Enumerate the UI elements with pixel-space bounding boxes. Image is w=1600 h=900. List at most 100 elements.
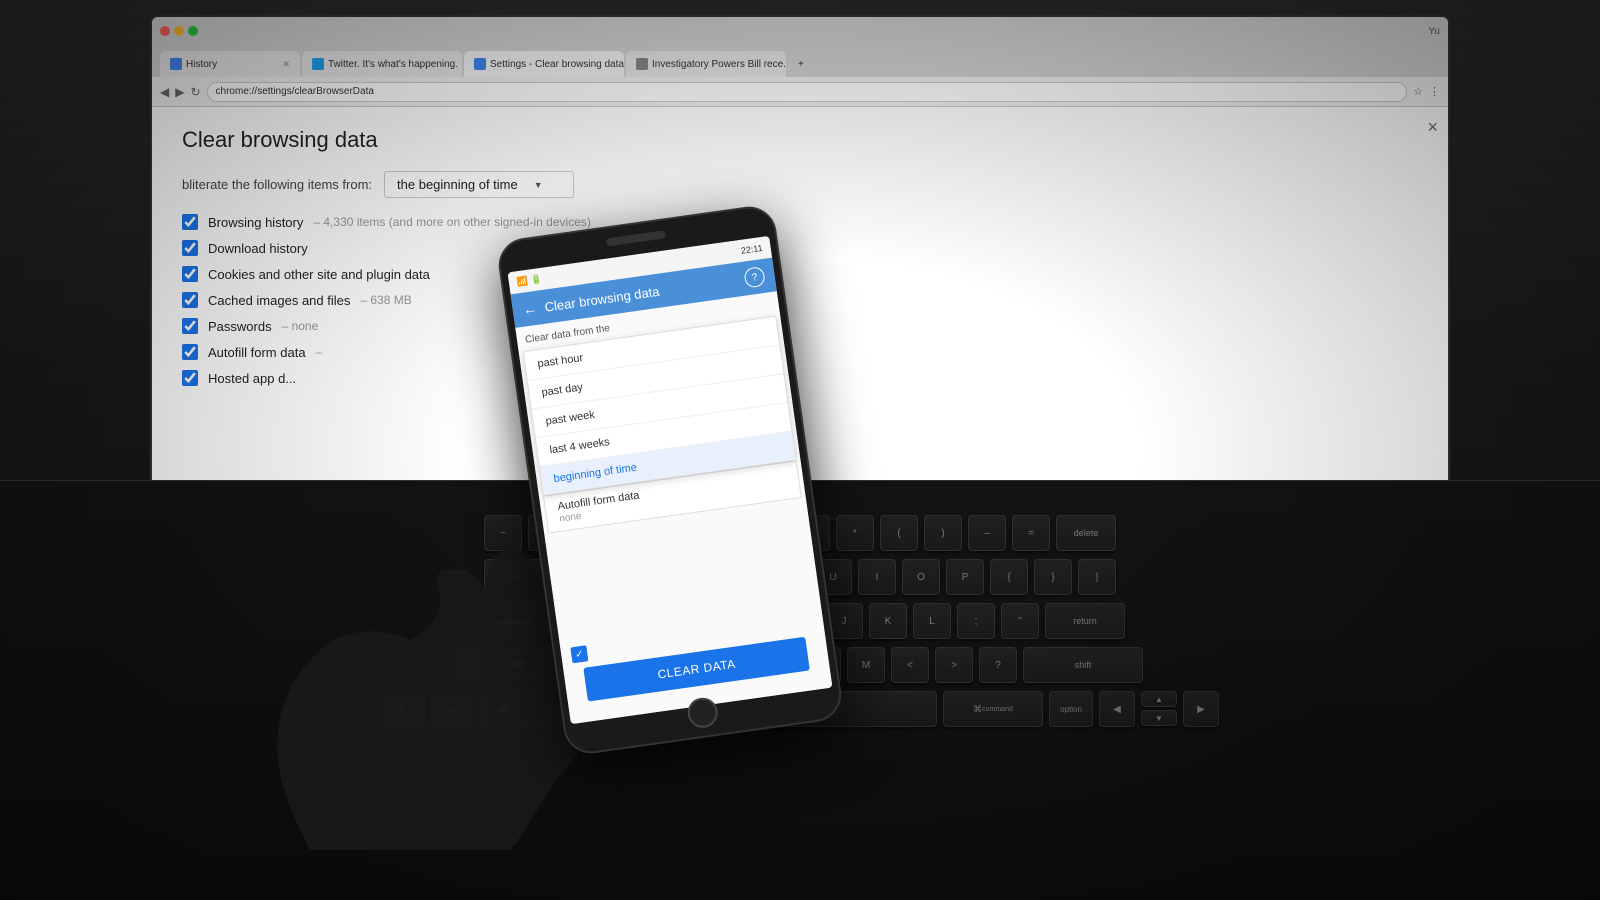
key-k[interactable]: K xyxy=(869,603,907,639)
tab-settings-label: Settings - Clear browsing data xyxy=(490,59,624,70)
phone-speaker xyxy=(606,230,667,246)
history-favicon xyxy=(170,58,182,70)
url-bar[interactable]: chrome://settings/clearBrowserData xyxy=(207,82,1408,102)
key-option-right[interactable]: option xyxy=(1049,691,1093,727)
key-m[interactable]: M xyxy=(847,647,885,683)
cookies-item: Cookies and other site and plugin data xyxy=(182,266,1418,282)
phone-statusbar-icons: 📶 🔋 xyxy=(516,273,542,287)
cached-images-label: Cached images and files xyxy=(208,293,350,308)
nav-bar: ◀ ▶ ↻ chrome://settings/clearBrowserData… xyxy=(152,77,1448,107)
phone-checkbox[interactable]: ✓ xyxy=(570,645,588,663)
phone-clear-button[interactable]: CLEAR DATA xyxy=(583,637,810,702)
key-shift-right[interactable]: shift xyxy=(1023,647,1143,683)
cached-images-item: Cached images and files – 638 MB xyxy=(182,292,1418,308)
key-9[interactable]: ( xyxy=(880,515,918,551)
tab-history-close[interactable]: ✕ xyxy=(282,59,290,70)
help-icon[interactable]: ? xyxy=(743,266,766,289)
passwords-label: Passwords xyxy=(208,319,272,334)
phone-back-button[interactable]: ← xyxy=(522,300,538,318)
key-i[interactable]: I xyxy=(858,559,896,595)
key-up-arrow[interactable]: ▲ xyxy=(1141,691,1177,707)
autofill-label: Autofill form data xyxy=(208,345,306,360)
cookies-label: Cookies and other site and plugin data xyxy=(208,267,430,282)
cached-images-detail: – 638 MB xyxy=(360,293,411,307)
passwords-checkbox[interactable] xyxy=(182,318,198,334)
forward-button[interactable]: ▶ xyxy=(175,85,184,99)
tab-investigatory[interactable]: Investigatory Powers Bill rece... ✕ xyxy=(626,51,786,77)
phone-time: 22:11 xyxy=(740,243,763,256)
minimize-traffic-light[interactable] xyxy=(174,26,184,36)
tab-bar: History ✕ Twitter. It's what's happening… xyxy=(152,45,1448,77)
tab-investigatory-label: Investigatory Powers Bill rece... xyxy=(652,59,786,70)
settings-favicon xyxy=(474,58,486,70)
hosted-app-item: Hosted app d... xyxy=(182,370,1418,386)
key-comma[interactable]: < xyxy=(891,647,929,683)
key-0[interactable]: ) xyxy=(924,515,962,551)
phone-checkbox-row: ✓ xyxy=(570,645,588,663)
url-text: chrome://settings/clearBrowserData xyxy=(216,86,374,97)
key-rbracket[interactable]: } xyxy=(1034,559,1072,595)
key-quote[interactable]: " xyxy=(1001,603,1039,639)
key-semicolon[interactable]: ; xyxy=(957,603,995,639)
key-l[interactable]: L xyxy=(913,603,951,639)
key-minus[interactable]: – xyxy=(968,515,1006,551)
tab-history-label: History xyxy=(186,59,217,70)
time-range-label: bliterate the following items from: xyxy=(182,177,372,192)
window-user: Yu xyxy=(1428,26,1440,37)
time-range-row: bliterate the following items from: the … xyxy=(182,171,1418,198)
key-command-right[interactable]: ⌘ command xyxy=(943,691,1043,727)
key-p[interactable]: P xyxy=(946,559,984,595)
passwords-item: Passwords – none xyxy=(182,318,1418,334)
back-button[interactable]: ◀ xyxy=(160,85,169,99)
cached-images-checkbox[interactable] xyxy=(182,292,198,308)
autofill-detail: – xyxy=(316,345,323,359)
key-slash[interactable]: ? xyxy=(979,647,1017,683)
key-8[interactable]: * xyxy=(836,515,874,551)
tab-settings[interactable]: Settings - Clear browsing data ✕ xyxy=(464,51,624,77)
new-tab-button[interactable]: + xyxy=(788,51,818,77)
autofill-checkbox[interactable] xyxy=(182,344,198,360)
star-icon[interactable]: ☆ xyxy=(1413,85,1423,98)
phone-content: Clear data from the past hour past day p… xyxy=(515,291,832,724)
browser-titlebar: Yu xyxy=(152,17,1448,45)
download-history-label: Download history xyxy=(208,241,308,256)
fullscreen-traffic-light[interactable] xyxy=(188,26,198,36)
menu-icon[interactable]: ⋮ xyxy=(1429,85,1440,98)
dialog-title: Clear browsing data xyxy=(182,127,1418,153)
key-period[interactable]: > xyxy=(935,647,973,683)
key-lbracket[interactable]: { xyxy=(990,559,1028,595)
investigatory-favicon xyxy=(636,58,648,70)
phone-autofill-label: Autofill form data xyxy=(557,489,640,512)
key-equals[interactable]: = xyxy=(1012,515,1050,551)
hosted-app-label: Hosted app d... xyxy=(208,371,296,386)
key-down-arrow[interactable]: ▼ xyxy=(1141,710,1177,726)
dialog-close-button[interactable]: × xyxy=(1427,117,1438,138)
laptop-scene: Yu History ✕ Twitter. It's what's happen… xyxy=(0,0,1600,900)
key-delete[interactable]: delete xyxy=(1056,515,1116,551)
reload-button[interactable]: ↻ xyxy=(190,85,200,99)
passwords-detail: – none xyxy=(282,319,319,333)
time-range-value: the beginning of time xyxy=(397,177,518,192)
autofill-item: Autofill form data – xyxy=(182,344,1418,360)
browsing-history-detail: – 4,330 items (and more on other signed-… xyxy=(313,215,590,229)
hosted-app-checkbox[interactable] xyxy=(182,370,198,386)
download-history-item: Download history xyxy=(182,240,1418,256)
key-right-arrow[interactable]: ▶ xyxy=(1183,691,1219,727)
key-backslash[interactable]: | xyxy=(1078,559,1116,595)
phone-autofill-detail: none xyxy=(559,511,583,525)
close-traffic-light[interactable] xyxy=(160,26,170,36)
cookies-checkbox[interactable] xyxy=(182,266,198,282)
key-return[interactable]: return xyxy=(1045,603,1125,639)
tab-twitter[interactable]: Twitter. It's what's happening. ✕ xyxy=(302,51,462,77)
key-o[interactable]: O xyxy=(902,559,940,595)
phone-screen: 📶 🔋 22:11 ← Clear browsing data ? Clear … xyxy=(508,236,833,724)
tab-history[interactable]: History ✕ xyxy=(160,51,300,77)
time-range-dropdown[interactable]: the beginning of time xyxy=(384,171,574,198)
twitter-favicon xyxy=(312,58,324,70)
browsing-history-label: Browsing history xyxy=(208,215,303,230)
browsing-history-item: Browsing history – 4,330 items (and more… xyxy=(182,214,1418,230)
download-history-checkbox[interactable] xyxy=(182,240,198,256)
tab-twitter-label: Twitter. It's what's happening. xyxy=(328,59,458,70)
browsing-history-checkbox[interactable] xyxy=(182,214,198,230)
key-left-arrow[interactable]: ◀ xyxy=(1099,691,1135,727)
